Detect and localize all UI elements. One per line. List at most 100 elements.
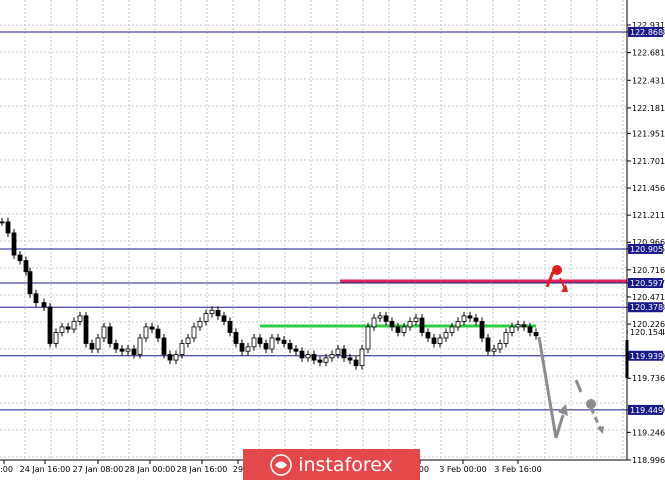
price-tick-label: 119.736 — [632, 374, 665, 383]
level-label: 120.378 — [630, 303, 663, 312]
candle-body — [191, 326, 197, 339]
candle-body — [101, 326, 107, 339]
candle-body — [107, 326, 113, 344]
candle-body — [239, 343, 245, 352]
candle-body — [251, 337, 257, 348]
time-tick-label: 3 Feb 16:00 — [494, 465, 541, 474]
price-chart: 122.931122.868122.681122.431122.181121.9… — [0, 0, 665, 474]
candle-body — [503, 332, 509, 344]
candle-body — [449, 326, 455, 333]
candle-body — [0, 221, 5, 224]
time-tick-label: 24 Jan 16:00 — [20, 465, 71, 474]
candle-body — [131, 348, 137, 355]
level-label: 119.939 — [630, 352, 663, 361]
candle-body — [521, 324, 527, 328]
sell-signal-arrow — [545, 265, 568, 292]
candle-body — [461, 315, 467, 322]
candle-body — [221, 315, 227, 322]
candle-body — [245, 346, 251, 352]
candle-body — [443, 332, 449, 339]
candle-body — [89, 343, 95, 350]
candle-body — [59, 326, 65, 333]
banner-text: instaforex — [298, 453, 393, 476]
candle-body — [467, 315, 473, 319]
candle-body — [227, 320, 233, 333]
candle-body — [77, 315, 83, 322]
candle-body — [33, 293, 39, 303]
candle-body — [149, 326, 155, 330]
candle-body — [47, 306, 53, 344]
price-tick-label: 118.996 — [632, 456, 665, 465]
time-tick-label: 28 Jan 16:00 — [177, 465, 228, 474]
candle-body — [119, 348, 125, 352]
candle-body — [395, 326, 401, 333]
price-tick-label: 121.456 — [632, 184, 665, 193]
price-tick-label: 122.681 — [632, 49, 665, 58]
candle-body — [173, 354, 179, 361]
time-tick-label: 29 — [233, 465, 243, 474]
candle-body — [437, 337, 443, 344]
instaforex-logo-icon — [270, 453, 292, 476]
candle-body — [275, 337, 281, 341]
candle-body — [203, 313, 209, 322]
level-label: 119.449 — [630, 406, 663, 415]
price-tick-label: 121.701 — [632, 157, 665, 166]
price-tick-label: 121.951 — [632, 129, 665, 138]
candle-body — [83, 315, 89, 344]
candle-body — [371, 317, 377, 328]
level-label: 120.597 — [630, 279, 663, 288]
candle-body — [527, 326, 533, 333]
candle-body — [185, 337, 191, 344]
price-tick-label: 120.471 — [632, 293, 665, 302]
candle-body — [143, 326, 149, 339]
price-tick-label: 121.211 — [632, 211, 665, 220]
candle-body — [431, 337, 437, 344]
current-price-label: 120.154 — [630, 328, 663, 337]
candle-body — [125, 348, 131, 352]
candle-body — [11, 232, 17, 256]
candle-body — [353, 359, 359, 366]
price-tick-label: 119.246 — [632, 428, 665, 437]
candle-body — [23, 260, 29, 273]
instaforex-banner[interactable]: instaforex — [243, 449, 420, 480]
candle-body — [305, 354, 311, 359]
candle-body — [419, 317, 425, 333]
candle-body — [113, 343, 119, 350]
candle-body — [389, 320, 395, 328]
price-tick-label: 122.181 — [632, 104, 665, 113]
candle-body — [299, 350, 305, 359]
candle-body — [509, 326, 515, 333]
candle-body — [197, 320, 203, 328]
candle-body — [95, 337, 101, 350]
candle-body — [293, 348, 299, 352]
candle-body — [27, 271, 33, 295]
candle-body — [161, 337, 167, 355]
level-label: 120.905 — [630, 245, 663, 254]
candle-body — [485, 337, 491, 352]
candle-body — [269, 337, 275, 350]
candle-body — [53, 332, 59, 344]
candle-body — [365, 326, 371, 350]
candle-body — [323, 357, 329, 363]
candle-body — [425, 332, 431, 339]
time-tick-label: 0:00 — [0, 465, 13, 474]
candle-body — [281, 339, 287, 344]
candle-body — [215, 309, 221, 317]
candle-body — [233, 332, 239, 344]
candle-body — [179, 343, 185, 355]
candle-body — [359, 348, 365, 366]
candle-body — [455, 320, 461, 328]
candle-body — [401, 326, 407, 333]
candle-body — [515, 324, 521, 328]
chart-grid — [0, 0, 627, 460]
candle-body — [347, 357, 353, 361]
candle-body — [167, 354, 173, 361]
candle-body — [287, 343, 293, 350]
candle-body — [257, 337, 263, 344]
candle-body — [491, 348, 497, 352]
candle-body — [155, 328, 161, 339]
candle-body — [65, 326, 71, 330]
price-ticks: 122.931122.868122.681122.431122.181121.9… — [627, 21, 665, 465]
candle-body — [341, 348, 347, 359]
candle-body — [533, 332, 539, 337]
